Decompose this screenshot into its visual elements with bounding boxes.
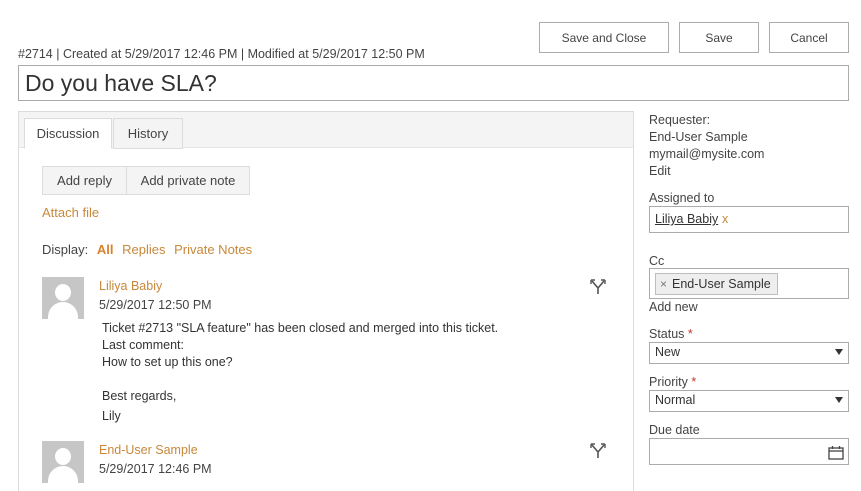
merge-icon[interactable] [590, 279, 606, 295]
comment-author[interactable]: Liliya Babiy [99, 279, 162, 293]
assigned-user: Liliya Babiy [655, 212, 719, 226]
priority-select[interactable]: Normal [649, 390, 849, 412]
add-private-note-button[interactable]: Add private note [126, 166, 250, 195]
priority-value: Normal [655, 393, 696, 407]
due-date-label: Due date [649, 423, 700, 437]
comment-date: 5/29/2017 12:46 PM [99, 462, 212, 476]
tab-history[interactable]: History [113, 118, 183, 149]
calendar-icon[interactable] [828, 445, 844, 460]
status-value: New [655, 345, 681, 359]
chevron-down-icon [835, 349, 843, 355]
requester-name-link[interactable]: End-User Sample [649, 130, 748, 144]
due-date-input[interactable] [649, 438, 849, 465]
filter-replies[interactable]: Replies [122, 242, 165, 257]
display-filter: Display: All Replies Private Notes [42, 242, 252, 257]
required-mark: * [687, 327, 693, 341]
status-select[interactable]: New [649, 342, 849, 364]
add-new-cc-link[interactable]: Add new [649, 300, 698, 314]
tab-discussion[interactable]: Discussion [24, 118, 112, 149]
assigned-to-label: Assigned to [649, 191, 715, 205]
status-label-text: Status [649, 327, 685, 341]
merge-icon[interactable] [590, 443, 606, 459]
attach-file-link[interactable]: Attach file [42, 205, 99, 220]
cancel-button[interactable]: Cancel [769, 22, 849, 53]
ticket-title-input[interactable]: Do you have SLA? [18, 65, 849, 101]
edit-requester-link[interactable]: Edit [649, 164, 671, 178]
requester-email: mymail@mysite.com [649, 147, 765, 161]
required-mark: * [691, 375, 697, 389]
assigned-to-field[interactable]: Liliya Babiy x [649, 206, 849, 233]
tab-strip: Discussion History [19, 112, 633, 149]
requester-label: Requester: [649, 113, 711, 127]
avatar [42, 441, 84, 483]
comment-line: Lily [102, 409, 121, 423]
cc-label: Cc [649, 254, 665, 268]
chevron-down-icon [835, 397, 843, 403]
remove-cc-icon[interactable]: × [660, 277, 667, 291]
display-filter-label: Display: [42, 242, 89, 257]
comment-line: Ticket #2713 "SLA feature" has been clos… [102, 321, 499, 335]
ticket-meta: #2714 | Created at 5/29/2017 12:46 PM | … [18, 47, 425, 61]
comment-author[interactable]: End-User Sample [99, 443, 198, 457]
comment-line: Last comment: [102, 338, 184, 352]
filter-private-notes[interactable]: Private Notes [174, 242, 252, 257]
cc-field[interactable]: × End-User Sample [649, 268, 849, 299]
status-label: Status * [649, 327, 693, 341]
filter-all[interactable]: All [97, 242, 114, 257]
avatar [42, 277, 84, 319]
save-button[interactable]: Save [679, 22, 759, 53]
comment-line: How to set up this one? [102, 355, 233, 369]
priority-label-text: Priority [649, 375, 688, 389]
comment-line: Best regards, [102, 389, 177, 403]
comment-date: 5/29/2017 12:50 PM [99, 298, 212, 312]
save-and-close-button[interactable]: Save and Close [539, 22, 669, 53]
cc-chip-label: End-User Sample [672, 277, 771, 291]
remove-assignee-icon[interactable]: x [722, 212, 728, 226]
priority-label: Priority * [649, 375, 696, 389]
add-reply-button[interactable]: Add reply [42, 166, 127, 195]
cc-chip: × End-User Sample [655, 273, 778, 295]
